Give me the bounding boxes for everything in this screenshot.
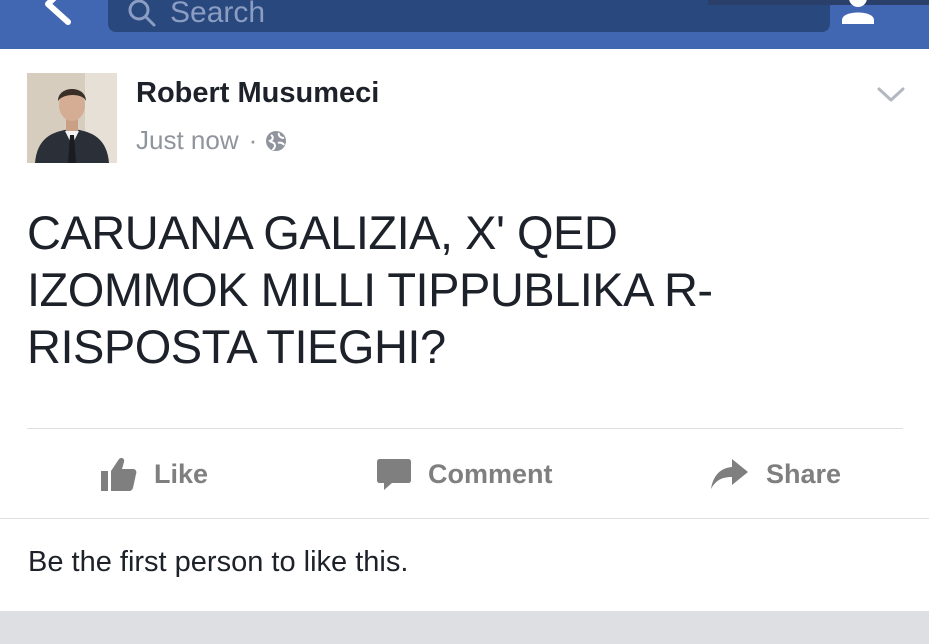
- post-card: Robert Musumeci Just now · CARUANA GALIZ…: [0, 49, 929, 611]
- author-name[interactable]: Robert Musumeci: [136, 77, 379, 110]
- comment-button[interactable]: Comment: [376, 449, 553, 499]
- chevron-down-icon[interactable]: [876, 85, 906, 105]
- back-arrow-icon[interactable]: [20, 0, 80, 32]
- share-label: Share: [766, 458, 842, 489]
- post-body: CARUANA GALIZIA, X' QED IZOMMOK MILLI TI…: [27, 204, 907, 375]
- reactions-summary[interactable]: Be the first person to like this.: [28, 546, 408, 579]
- divider: [0, 518, 929, 519]
- action-bar: Like Comment Share: [0, 449, 929, 499]
- share-arrow-icon: [711, 459, 748, 489]
- like-button[interactable]: Like: [100, 449, 208, 499]
- profile-photo: [27, 73, 117, 163]
- divider: [27, 428, 903, 429]
- post-meta: Just now ·: [136, 125, 287, 156]
- meta-separator: ·: [248, 125, 258, 155]
- thumbs-up-icon: [101, 458, 137, 491]
- post-text-line: IZOMMOK MILLI TIPPUBLIKA R-: [27, 263, 713, 316]
- post-text-line: CARUANA GALIZIA, X' QED: [27, 206, 618, 259]
- feed-separator: [0, 611, 929, 644]
- post-text-line: RISPOSTA TIEGHI?: [27, 320, 446, 373]
- timestamp[interactable]: Just now: [136, 125, 239, 156]
- globe-icon[interactable]: [265, 130, 287, 152]
- comment-label: Comment: [428, 458, 553, 489]
- avatar[interactable]: [27, 73, 117, 163]
- like-label: Like: [154, 458, 209, 489]
- top-navigation-bar: Search: [0, 0, 929, 49]
- search-placeholder: Search: [170, 0, 266, 29]
- comment-bubble-icon: [377, 459, 411, 490]
- share-button[interactable]: Share: [710, 449, 841, 499]
- search-icon: [128, 0, 156, 27]
- friend-requests-icon[interactable]: [838, 0, 898, 24]
